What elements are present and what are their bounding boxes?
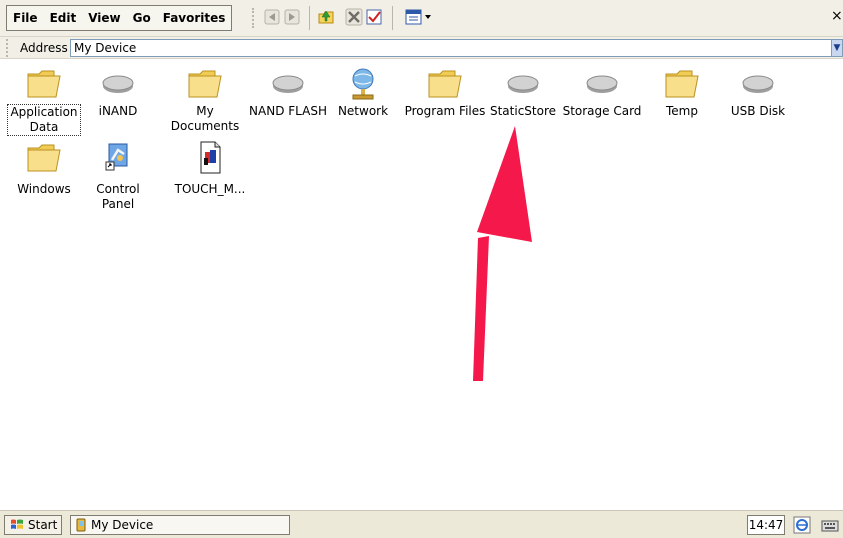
red-arrow-annotation <box>473 126 532 381</box>
task-label: My Device <box>91 518 154 532</box>
start-label: Start <box>28 518 58 532</box>
window: File Edit View Go Favorites × Address My… <box>0 0 843 538</box>
keyboard-icon <box>821 520 839 532</box>
taskbar-item-my-device[interactable]: My Device <box>70 515 290 535</box>
start-button[interactable]: Start <box>4 515 63 535</box>
windows-flag-icon <box>11 519 23 529</box>
tray-ie-icon[interactable] <box>793 516 811 534</box>
browser-icon <box>793 516 811 534</box>
clock[interactable]: 14:47 <box>747 515 785 535</box>
tray-keyboard-icon[interactable] <box>821 516 839 534</box>
taskbar: Start My Device 14:47 <box>0 510 843 538</box>
device-icon <box>76 518 86 532</box>
